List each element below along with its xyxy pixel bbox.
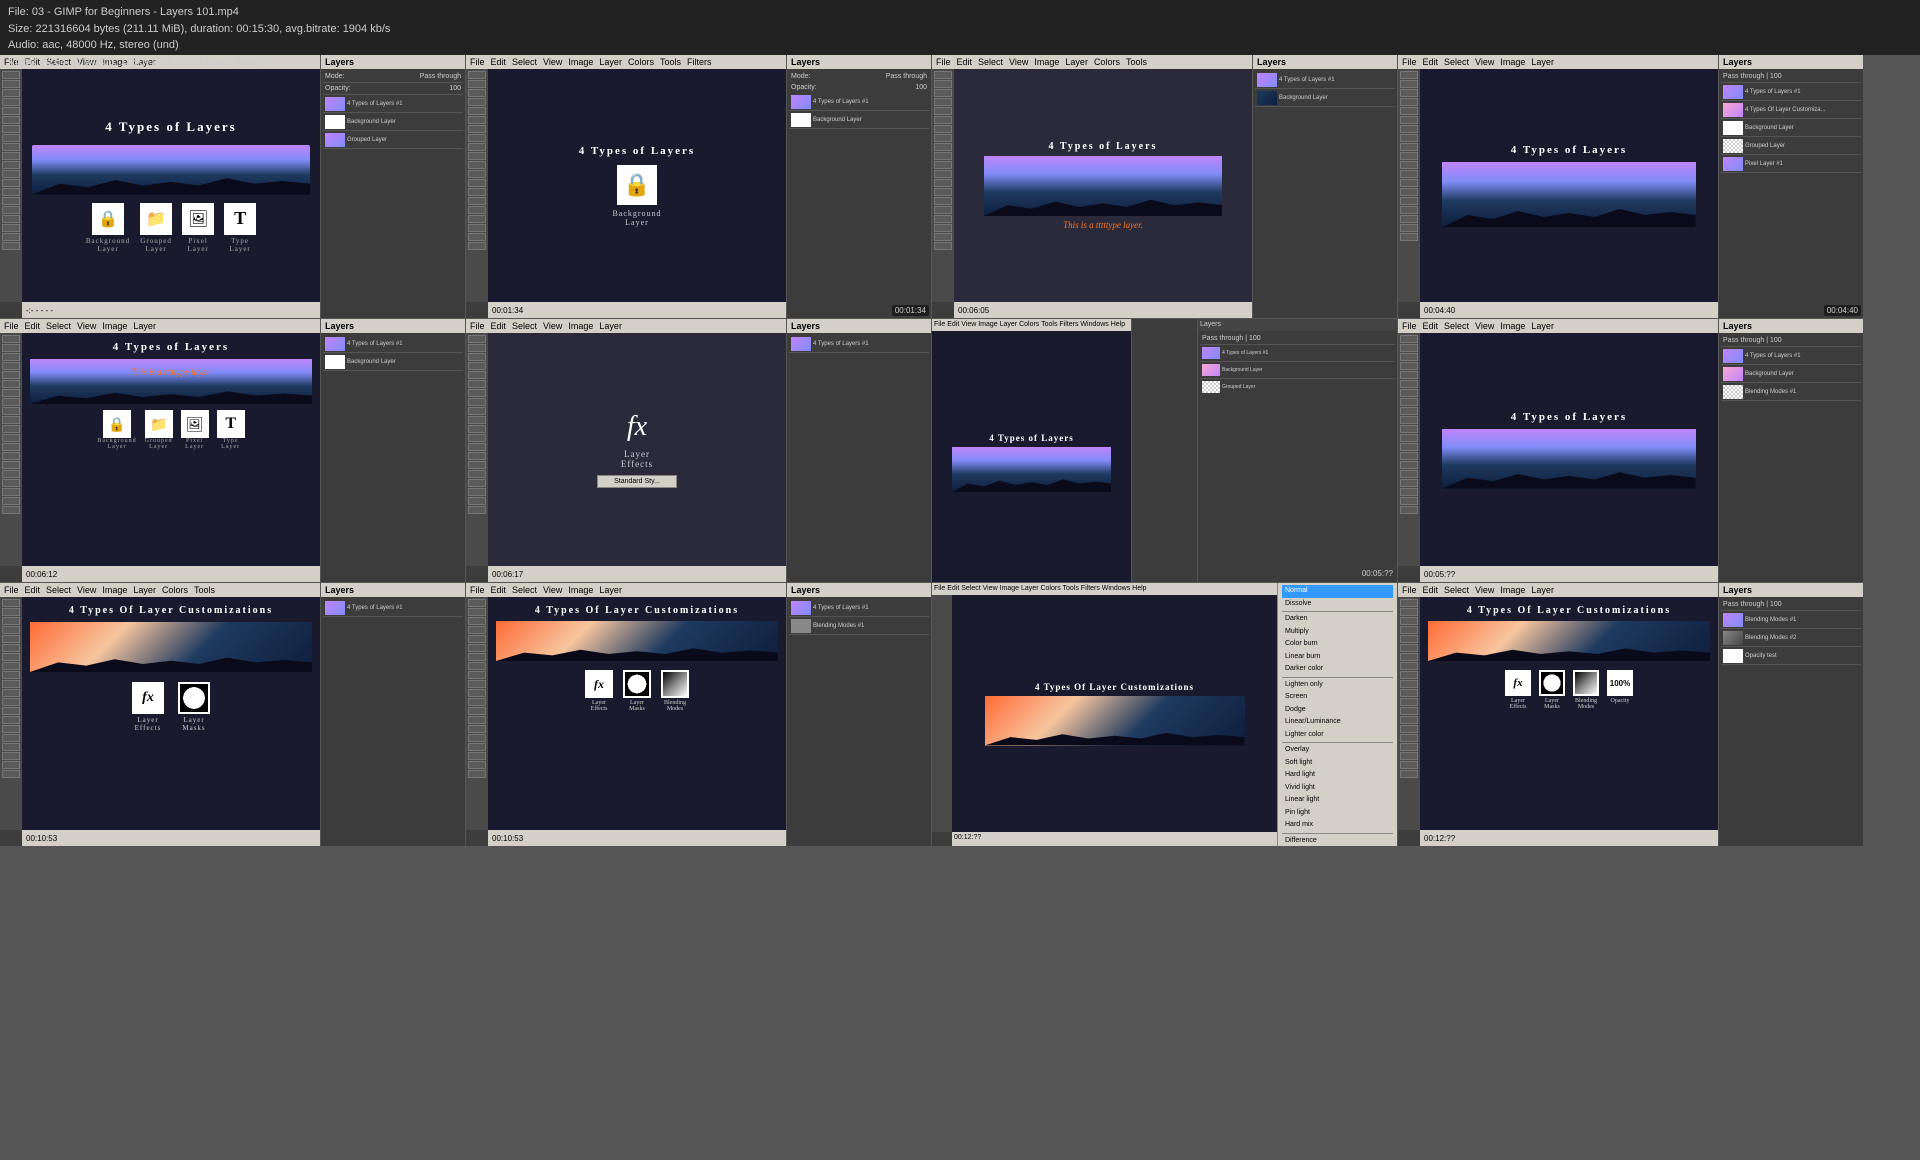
timestamp-4: 00:04:40 [1824, 305, 1861, 316]
icons-row-10: fx LayerEffects LayerMasks BlendingModes [585, 670, 689, 712]
icon-pixel: 🖼 PixelLayer [182, 203, 214, 253]
icons-row-9: fx LayerEffects LayerMasks [132, 682, 210, 732]
title-line4: Video: h264, yuv420p, 1280×720, 29.97 fp… [8, 54, 1912, 71]
status-bar-2: 00:01:34 [488, 302, 786, 318]
toolbar-6 [466, 333, 488, 566]
status-bar-9: 00:10:53 [22, 830, 320, 846]
toolbar-2 [466, 69, 488, 302]
mask-icon-item: LayerMasks [178, 682, 210, 732]
toolbar-8 [1398, 333, 1420, 566]
status-bar-5: 00:06:12 [22, 566, 320, 582]
canvas-10: 4 Types Of Layer Customizations fx Layer… [488, 597, 786, 830]
panel-3: FileEditSelectViewImageLayerColorsTools [932, 55, 1397, 318]
mask-icon-12: LayerMasks [1539, 670, 1565, 710]
layer-row-2: Background Layer [323, 113, 463, 131]
panel-12: FileEditSelectViewImageLayer 4 Types Of … [1398, 583, 1863, 846]
layer-row-1: 4 Types of Layers #1 [323, 95, 463, 113]
status-bar-4: 00:04:40 [1420, 302, 1718, 318]
orange-text: This is a tttttype layer. [1063, 220, 1143, 230]
panel-6: FileEditSelectViewImageLayer fx LayerEff… [466, 319, 931, 582]
status-bar-1: -:- - - - - [22, 302, 320, 318]
status-bar-6: 00:06:17 [488, 566, 786, 582]
fx-icon-12: fx LayerEffects [1505, 670, 1531, 710]
standard-style: Standard Sty... [597, 475, 677, 488]
icon-type: T TypeLayer [224, 203, 256, 253]
layers-panel-5: Layers 4 Types of Layers #1 Background L… [320, 319, 465, 582]
layer-row-3: Grouped Layer [323, 131, 463, 149]
layers-panel-10: Layers 4 Types of Layers #1 Blending Mod… [786, 583, 931, 846]
blend-icon-12: BlendingModes [1573, 670, 1599, 710]
icon-grouped: 📁 GroupedLayer [140, 203, 172, 253]
status-bar-12: 00:12:?? [1420, 830, 1718, 846]
icons-row-5: 🔒 BackgroundLayer 📁 GroupedLayer 🖼 Pixel… [97, 410, 244, 450]
panels-grid: FileEditSelectViewImageLayer [0, 55, 1920, 1160]
status-bar-10: 00:10:53 [488, 830, 786, 846]
icons-row-1: 🔒 BackgroundLayer 📁 GroupedLayer 🖼 Pixel… [86, 203, 256, 253]
canvas-12: 4 Types Of Layer Customizations fx Layer… [1420, 597, 1718, 830]
panel-7: File Edit View Image Layer Colors Tools … [932, 319, 1397, 582]
title-line3: Audio: aac, 48000 Hz, stereo (und) [8, 37, 1912, 54]
canvas-2: 4 Types of Layers 🔒 BackgroundLayer [488, 69, 786, 302]
canvas-6: fx LayerEffects Standard Sty... [488, 333, 786, 566]
type-text: This is a tttttype layer. [131, 367, 211, 377]
title-line1: File: 03 - GIMP for Beginners - Layers 1… [8, 4, 1912, 21]
toolbar-12 [1398, 597, 1420, 830]
toolbar-4 [1398, 69, 1420, 302]
panel-11: File Edit Select View Image Layer Colors… [932, 583, 1397, 846]
fx-icon-item: fx LayerEffects [132, 682, 164, 732]
toolbar-5 [0, 333, 22, 566]
layers-panel-9: Layers 4 Types of Layers #1 [320, 583, 465, 846]
panel-2: FileEditSelectViewImageLayerColorsToolsF… [466, 55, 931, 318]
canvas-8: 4 Types of Layers [1420, 333, 1718, 566]
canvas-5: 4 Types of Layers This is a tttttype lay… [22, 333, 320, 566]
panel-5: FileEditSelectViewImageLayer 4 Types of … [0, 319, 465, 582]
status-bar-3: 00:06:05 [954, 302, 1252, 318]
toolbar-9 [0, 597, 22, 830]
layers-panel-6: Layers 4 Types of Layers #1 [786, 319, 931, 582]
timestamp-2: 00:01:34 [892, 305, 929, 316]
canvas-3: 4 Types of Layers This is a tttttype lay… [954, 69, 1252, 302]
opacity-icon-12: 100% Opacity [1607, 670, 1633, 710]
layers-panel-12: Layers Pass through | 100 Blending Modes… [1718, 583, 1863, 846]
canvas-title-1: 4 Types of Layers [105, 119, 236, 135]
panel-10: FileEditSelectViewImageLayer 4 Types Of … [466, 583, 931, 846]
panel-1: FileEditSelectViewImageLayer [0, 55, 465, 318]
canvas-1: 4 Types of Layers 🔒 BackgroundLayer 📁 Gr… [22, 69, 320, 302]
panel-8: FileEditSelectViewImageLayer 4 Types of … [1398, 319, 1863, 582]
canvas-9: 4 Types Of Layer Customizations fx Layer… [22, 597, 320, 830]
layers-panel-3: Layers 4 Types of Layers #1 Background L… [1252, 55, 1397, 318]
toolbar-3 [932, 69, 954, 302]
layers-panel-4: Layers Pass through | 100 4 Types of Lay… [1718, 55, 1863, 318]
panel-9: FileEditSelectViewImageLayerColorsTools … [0, 583, 465, 846]
background-lock-icon: 🔒 BackgroundLayer [612, 165, 661, 227]
title-line2: Size: 221316604 bytes (211.11 MiB), dura… [8, 21, 1912, 38]
status-bar-8: 00:05:?? [1420, 566, 1718, 582]
layers-panel-8: Layers Pass through | 100 4 Types of Lay… [1718, 319, 1863, 582]
fx-icon-6: fx [627, 411, 647, 443]
title-bar: File: 03 - GIMP for Beginners - Layers 1… [0, 0, 1920, 55]
blend-modes-dropdown: Normal Dissolve Darken Multiply Color bu… [1277, 583, 1397, 846]
toolbar-10 [466, 597, 488, 830]
panel-4: FileEditSelectViewImageLayer [1398, 55, 1863, 318]
canvas-4: 4 Types of Layers [1420, 69, 1718, 302]
layers-panel-2: Layers Mode:Pass through Opacity:100 4 T… [786, 55, 931, 318]
toolbar-1 [0, 69, 22, 302]
layers-panel-1: Layers Mode:Pass through Opacity:100 4 T… [320, 55, 465, 318]
icons-row-12: fx LayerEffects LayerMasks BlendingModes [1505, 670, 1633, 710]
sunset-image-1 [32, 145, 310, 195]
icon-background: 🔒 BackgroundLayer [86, 203, 130, 253]
